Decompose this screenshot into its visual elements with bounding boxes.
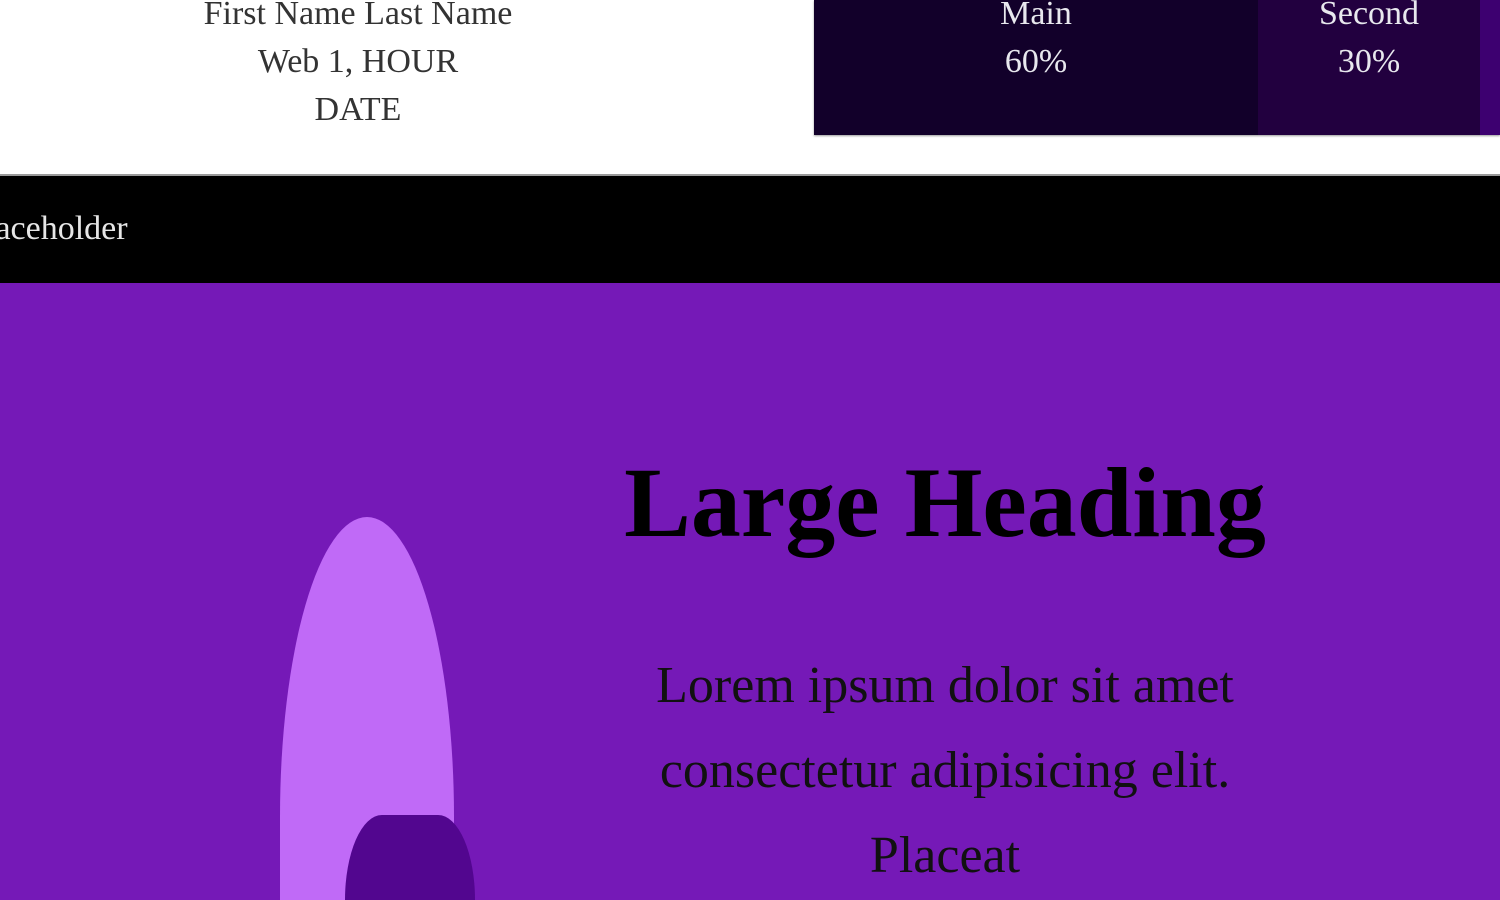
author-info: First Name Last Name Web 1, HOUR DATE bbox=[150, 0, 566, 134]
stats-panel: Main 60% Second 30% bbox=[814, 0, 1500, 135]
hero-section: Large Heading Lorem ipsum dolor sit amet… bbox=[0, 283, 1500, 900]
stat-label: Second bbox=[1318, 0, 1420, 32]
hero-paragraph: Lorem ipsum dolor sit amet consectetur a… bbox=[656, 657, 1234, 884]
date: DATE bbox=[314, 91, 402, 128]
hero-heading: Large Heading bbox=[624, 447, 1266, 558]
author-name: First Name Last Name bbox=[203, 0, 513, 32]
stat-value: 30% bbox=[1337, 43, 1401, 80]
stat-second: Second 30% bbox=[1258, 0, 1480, 135]
stat-label: Main bbox=[1000, 0, 1072, 32]
stat-value: 60% bbox=[1004, 43, 1068, 80]
nav-placeholder-text: laceholder bbox=[0, 210, 128, 247]
nav-bar: laceholder bbox=[0, 174, 1500, 283]
session-info: Web 1, HOUR bbox=[257, 43, 459, 80]
stat-main: Main 60% bbox=[814, 0, 1258, 135]
stat-third bbox=[1480, 0, 1500, 135]
decorative-ellipse-dark bbox=[345, 815, 475, 900]
